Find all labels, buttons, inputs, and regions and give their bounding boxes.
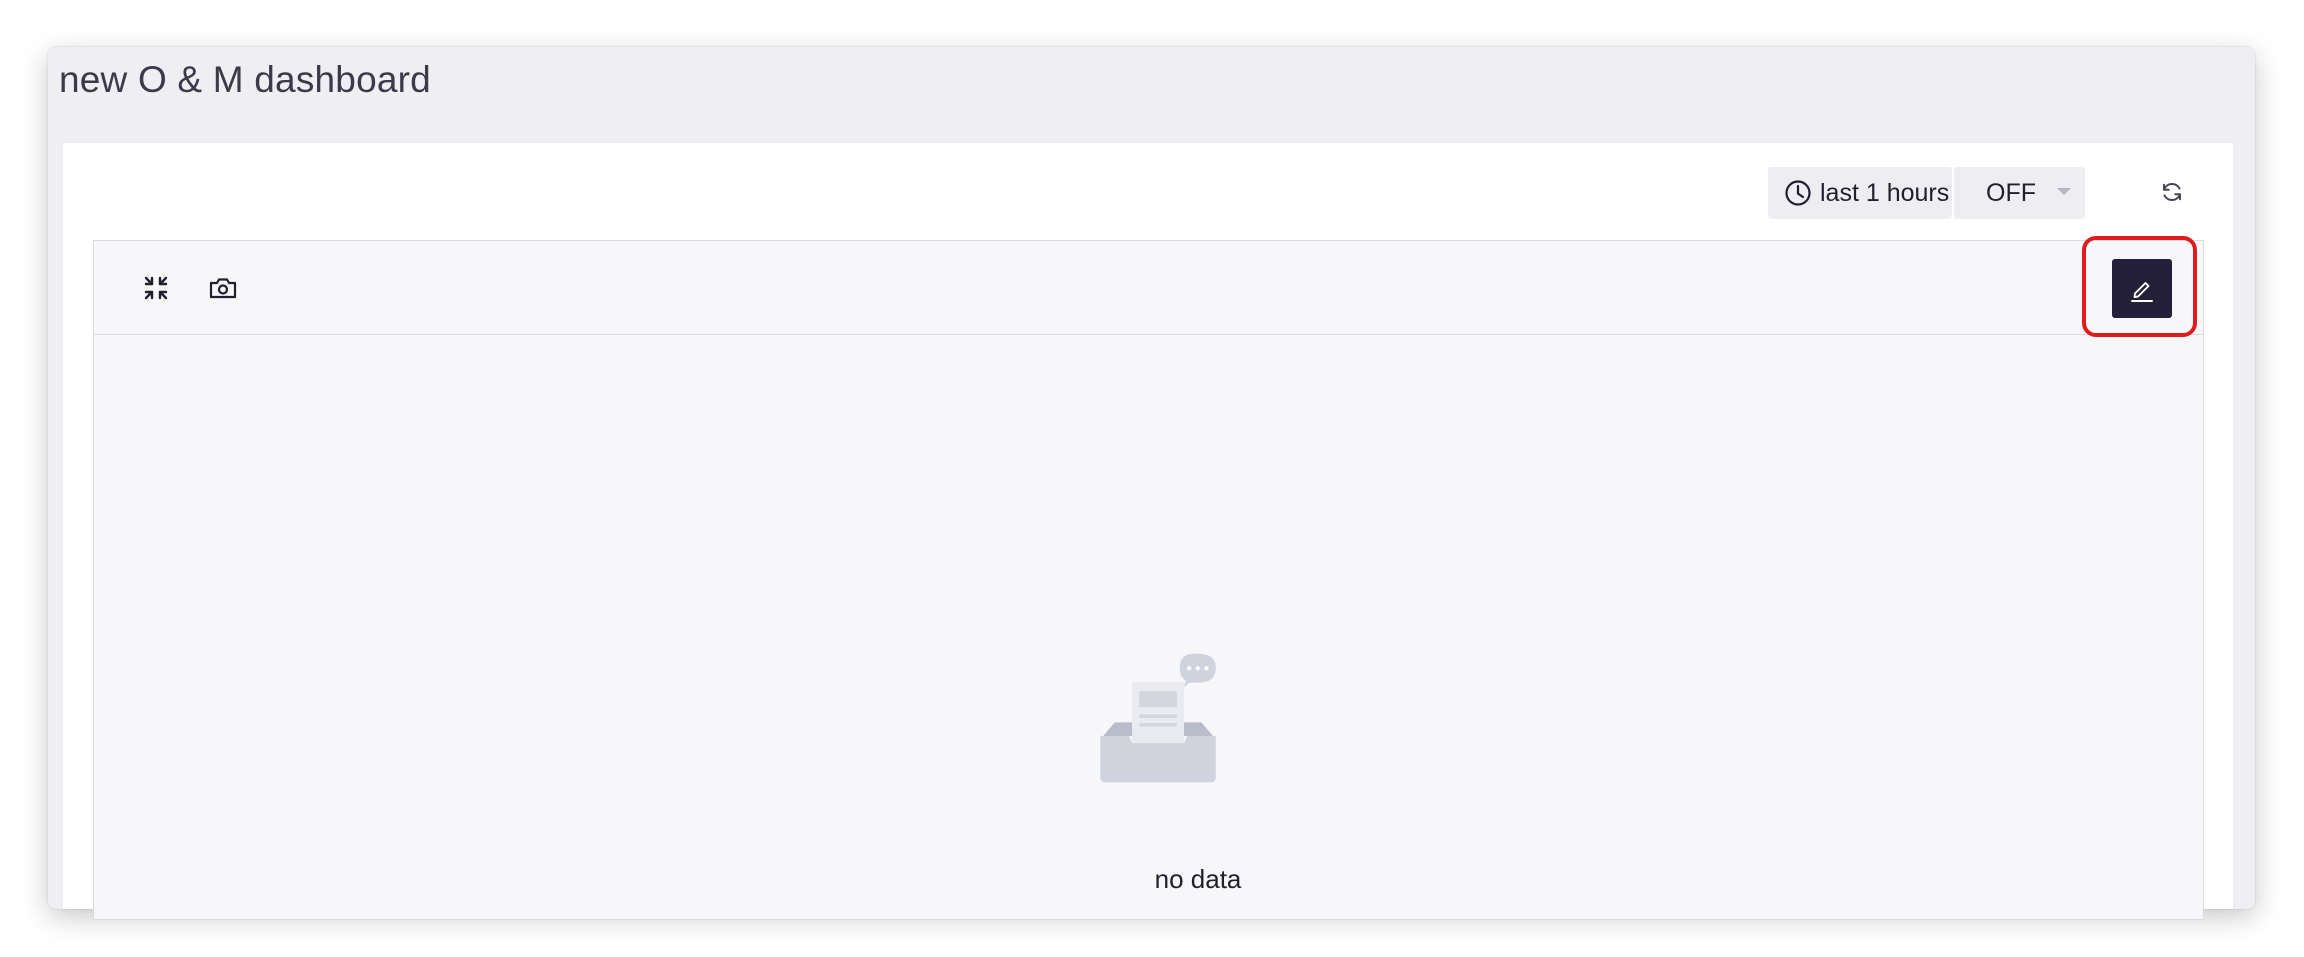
fullscreen-button[interactable]: [139, 271, 173, 305]
time-range-picker[interactable]: last 1 hours: [1768, 167, 1952, 219]
chart-panel: [93, 240, 2204, 920]
chevron-down-icon: [2057, 188, 2071, 195]
panel-header: [94, 241, 2203, 335]
clock-icon: [1784, 179, 1812, 207]
auto-refresh-value: OFF: [1986, 178, 2036, 207]
empty-state-text: no data: [1154, 864, 1242, 894]
fullscreen-icon: [144, 276, 168, 300]
refresh-button[interactable]: [2155, 175, 2189, 209]
empty-inbox-icon: [1100, 653, 1216, 783]
screenshot-button[interactable]: [206, 271, 240, 305]
edit-panel-button[interactable]: [2112, 259, 2172, 318]
refresh-icon: [2163, 182, 2181, 202]
page-title: new O & M dashboard: [59, 59, 431, 100]
camera-icon: [209, 278, 237, 299]
time-range-label: last 1 hours: [1820, 178, 1950, 207]
edit-icon: [2131, 281, 2153, 302]
auto-refresh-select[interactable]: OFF: [1954, 167, 2085, 219]
